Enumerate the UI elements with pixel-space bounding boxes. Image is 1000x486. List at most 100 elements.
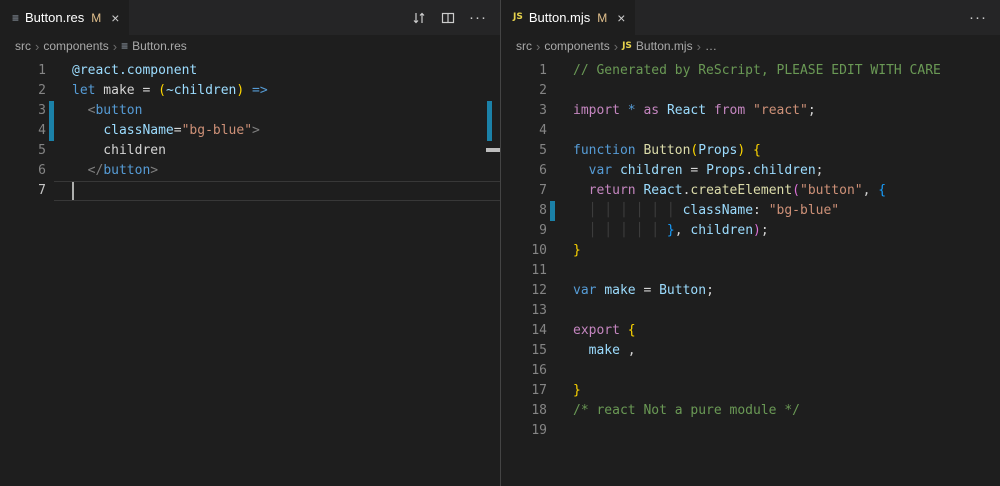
code-token: Button (643, 143, 690, 158)
line-number[interactable]: 7 (501, 181, 547, 201)
line-number[interactable]: 3 (0, 101, 46, 121)
tab-button-mjs[interactable]: JS Button.mjs M × (501, 0, 635, 35)
code-token (72, 163, 88, 178)
split-editor-icon[interactable] (440, 10, 456, 26)
line-number[interactable]: 13 (501, 301, 547, 321)
code-line[interactable]: 6 var children = Props.children; (501, 161, 1000, 181)
editor-area: ≡ Button.res M × ··· (0, 0, 1000, 486)
code-token (706, 103, 714, 118)
line-number[interactable]: 12 (501, 281, 547, 301)
line-number[interactable]: 2 (501, 81, 547, 101)
line-number[interactable]: 5 (501, 141, 547, 161)
more-actions-icon[interactable]: ··· (969, 9, 987, 26)
code-line[interactable]: 14export { (501, 321, 1000, 341)
line-number[interactable]: 18 (501, 401, 547, 421)
open-changes-icon[interactable] (411, 10, 427, 26)
more-actions-icon[interactable]: ··· (469, 9, 487, 26)
file-icon: ≡ (12, 12, 19, 24)
line-number[interactable]: 1 (501, 61, 547, 81)
code-line[interactable]: 6 </button> (0, 161, 500, 181)
breadcrumb-item[interactable]: components (43, 39, 108, 53)
breadcrumb-item[interactable]: ≡Button.res (121, 39, 187, 53)
code-token: ( (158, 83, 166, 98)
code-line[interactable]: 4 className="bg-blue"> (0, 121, 500, 141)
line-number[interactable]: 3 (501, 101, 547, 121)
line-number[interactable]: 2 (0, 81, 46, 101)
breadcrumb-item[interactable]: … (705, 39, 717, 53)
breadcrumbs-right: src›components›JSButton.mjs›… (501, 35, 1000, 57)
code-line[interactable]: 7 (0, 181, 500, 201)
git-modified-badge: M (91, 11, 101, 25)
line-number[interactable]: 5 (0, 141, 46, 161)
code-line[interactable]: 2 (501, 81, 1000, 101)
line-number[interactable]: 11 (501, 261, 547, 281)
breadcrumb-item[interactable]: components (544, 39, 609, 53)
code-token: , (675, 223, 691, 238)
code-line-content (555, 81, 1000, 101)
line-number[interactable]: 9 (501, 221, 547, 241)
code-token: // Generated by ReScript, PLEASE EDIT WI… (573, 63, 941, 78)
breadcrumb-item[interactable]: src (516, 39, 532, 53)
line-number[interactable]: 6 (0, 161, 46, 181)
code-line[interactable]: 18 /* react Not a pure module */ (501, 401, 1000, 421)
code-token: from (714, 103, 745, 118)
code-token: , (863, 183, 879, 198)
code-token: /* react Not a pure module */ (573, 403, 800, 418)
code-line[interactable]: 3import * as React from "react"; (501, 101, 1000, 121)
line-number[interactable]: 1 (0, 61, 46, 81)
line-number[interactable]: 10 (501, 241, 547, 261)
line-number[interactable]: 4 (0, 121, 46, 141)
code-token (612, 163, 620, 178)
line-number[interactable]: 14 (501, 321, 547, 341)
line-number[interactable]: 15 (501, 341, 547, 361)
breadcrumb-item[interactable]: JSButton.mjs (622, 39, 693, 53)
code-line[interactable]: 4 (501, 121, 1000, 141)
code-token (72, 103, 88, 118)
close-icon[interactable]: × (617, 11, 625, 25)
code-token: children (690, 223, 753, 238)
code-line[interactable]: 11 (501, 261, 1000, 281)
code-line[interactable]: 8 │ │ │ │ │ │ className: "bg-blue" (501, 201, 1000, 221)
code-token: = (636, 283, 659, 298)
code-line[interactable]: 13 (501, 301, 1000, 321)
close-icon[interactable]: × (111, 11, 119, 25)
code-line-content: make , (555, 341, 1000, 361)
code-line[interactable]: 15 make , (501, 341, 1000, 361)
line-number[interactable]: 16 (501, 361, 547, 381)
code-token: } (573, 383, 581, 398)
breadcrumb-label: Button.mjs (636, 39, 693, 53)
code-line[interactable]: 5 children (0, 141, 500, 161)
tab-button-res[interactable]: ≡ Button.res M × (0, 0, 129, 35)
code-editor-right[interactable]: 1 // Generated by ReScript, PLEASE EDIT W… (501, 57, 1000, 486)
breadcrumb-item[interactable]: src (15, 39, 31, 53)
code-line[interactable]: 12var make = Button; (501, 281, 1000, 301)
line-number[interactable]: 19 (501, 421, 547, 441)
code-token: import (573, 103, 620, 118)
tab-bar-left: ≡ Button.res M × ··· (0, 0, 500, 35)
code-line[interactable]: 16 (501, 361, 1000, 381)
code-line[interactable]: 5 function Button(Props) { (501, 141, 1000, 161)
code-token: button (95, 103, 142, 118)
code-token (620, 103, 628, 118)
code-line[interactable]: 19 (501, 421, 1000, 441)
line-number[interactable]: 17 (501, 381, 547, 401)
line-number[interactable]: 4 (501, 121, 547, 141)
code-line[interactable]: 10} (501, 241, 1000, 261)
code-line[interactable]: 3 <button (0, 101, 500, 121)
line-number[interactable]: 7 (0, 181, 46, 201)
code-token: > (252, 123, 260, 138)
code-editor-left[interactable]: 1@react.component2let make = (~children)… (0, 57, 500, 486)
line-number[interactable]: 6 (501, 161, 547, 181)
code-line[interactable]: 1@react.component (0, 61, 500, 81)
code-token: ; (761, 223, 769, 238)
code-line[interactable]: 17} (501, 381, 1000, 401)
code-line[interactable]: 7 return React.createElement("button", { (501, 181, 1000, 201)
breadcrumb-label: Button.res (132, 39, 187, 53)
code-line[interactable]: 9 │ │ │ │ │ }, children); (501, 221, 1000, 241)
code-line-content: <button (54, 101, 500, 121)
code-line[interactable]: 1 // Generated by ReScript, PLEASE EDIT W… (501, 61, 1000, 81)
code-line-content: function Button(Props) { (555, 141, 1000, 161)
line-number[interactable]: 8 (501, 201, 547, 221)
code-line[interactable]: 2let make = (~children) => (0, 81, 500, 101)
code-token: ) (753, 223, 761, 238)
